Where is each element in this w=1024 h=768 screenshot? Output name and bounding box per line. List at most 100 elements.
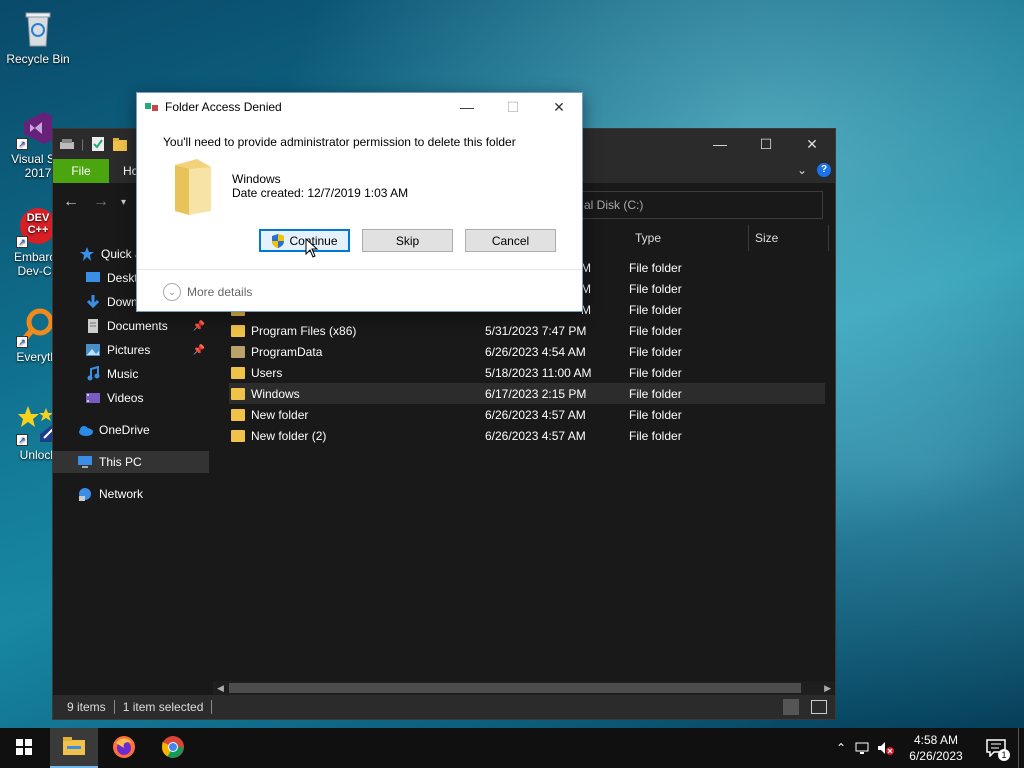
dialog-title: Folder Access Denied [165, 100, 282, 114]
new-folder-icon[interactable] [112, 136, 128, 152]
sidebar-item-onedrive[interactable]: OneDrive [53, 419, 209, 441]
sidebar-item-label: This PC [99, 455, 142, 469]
file-row[interactable]: Program Files (x86) 5/31/2023 7:47 PM Fi… [229, 320, 825, 341]
recent-locations-chevron-icon[interactable]: ▾ [121, 197, 126, 208]
taskbar-chrome[interactable] [149, 728, 197, 768]
dialog-titlebar: Folder Access Denied — ☐ ✕ [137, 93, 582, 121]
column-header-type[interactable]: Type [629, 225, 749, 251]
file-name-cell: Windows [229, 387, 485, 401]
file-name: Windows [251, 386, 300, 401]
sidebar-item-music[interactable]: Music [53, 363, 209, 385]
file-type: File folder [629, 344, 682, 359]
maximize-button[interactable]: ☐ [743, 129, 789, 159]
mouse-cursor-icon [305, 237, 319, 261]
cancel-button[interactable]: Cancel [465, 229, 556, 252]
file-row[interactable]: Windows 6/17/2023 2:15 PM File folder [229, 383, 825, 404]
horizontal-scrollbar[interactable]: ◀ ▶ [213, 681, 835, 695]
folder-icon [231, 429, 245, 442]
volume-muted-icon[interactable] [874, 741, 898, 755]
file-operation-icon [145, 101, 159, 113]
file-type: File folder [629, 386, 682, 401]
sidebar-item-label: Videos [107, 391, 144, 405]
network-status-icon[interactable] [852, 741, 874, 755]
notification-count-badge: 1 [998, 749, 1010, 761]
taskbar-firefox[interactable] [100, 728, 148, 768]
file-name: ProgramData [251, 344, 323, 359]
file-name-cell: New folder (2) [229, 429, 485, 443]
details-view-icon[interactable] [783, 699, 799, 715]
forward-arrow-icon[interactable]: → [93, 193, 109, 211]
star-icon [79, 246, 95, 262]
taskbar-file-explorer[interactable] [50, 728, 98, 768]
tab-file[interactable]: File [53, 159, 109, 183]
file-row[interactable]: New folder (2) 6/26/2023 4:57 AM File fo… [229, 425, 825, 446]
start-button[interactable] [0, 728, 48, 768]
desktop-icon-recycle-bin[interactable]: Recycle Bin [0, 8, 76, 66]
folder-access-denied-dialog: Folder Access Denied — ☐ ✕ You'll need t… [136, 92, 583, 312]
expand-ribbon-chevron-icon[interactable]: ⌄ [797, 163, 807, 177]
properties-icon[interactable] [90, 136, 106, 152]
sidebar-item-label: Down [107, 295, 138, 309]
chevron-down-icon: ⌄ [163, 283, 181, 301]
sidebar-item-this-pc[interactable]: This PC [53, 451, 209, 473]
large-icons-view-icon[interactable] [811, 700, 827, 714]
notifications-icon[interactable]: 1 [974, 739, 1018, 761]
file-type: File folder [629, 407, 682, 422]
file-date: 6/26/2023 4:57 AM [485, 428, 586, 443]
sidebar-item-label: Music [107, 367, 139, 381]
more-details-toggle[interactable]: ⌄ More details [163, 283, 252, 301]
explorer-window-controls: — ☐ ✕ [697, 129, 835, 159]
close-button[interactable]: ✕ [789, 129, 835, 159]
dialog-close-button[interactable]: ✕ [536, 93, 582, 121]
videos-icon [85, 390, 101, 406]
status-item-count: 9 items [67, 700, 106, 714]
show-hidden-icons-chevron-icon[interactable]: ⌃ [830, 741, 852, 755]
scroll-left-arrow-icon[interactable]: ◀ [217, 681, 224, 695]
file-row[interactable]: ProgramData 6/26/2023 4:54 AM File folde… [229, 341, 825, 362]
sidebar-item-documents[interactable]: Documents 📌 [53, 315, 209, 337]
folder-icon [231, 324, 245, 337]
shortcut-arrow-icon: ↗ [16, 434, 28, 446]
show-desktop-button[interactable] [1018, 728, 1024, 768]
pin-icon: 📌 [192, 344, 205, 356]
dialog-minimize-button[interactable]: — [444, 93, 490, 121]
help-icon[interactable]: ? [817, 163, 831, 177]
skip-button[interactable]: Skip [362, 229, 453, 252]
folder-icon [231, 408, 245, 421]
system-tray: ⌃ 4:58 AM 6/26/2023 1 [830, 728, 1024, 768]
sidebar-item-label: Deskt [107, 271, 138, 285]
sidebar-item-network[interactable]: Network [53, 483, 209, 505]
file-type: File folder [629, 365, 682, 380]
back-arrow-icon[interactable]: ← [63, 193, 79, 211]
file-name: Users [251, 365, 283, 380]
folder-icon [231, 366, 245, 379]
recycle-bin-icon [18, 8, 58, 48]
file-row[interactable]: Users 5/18/2023 11:00 AM File folder [229, 362, 825, 383]
pin-icon: 📌 [192, 320, 205, 332]
file-date: 6/26/2023 4:57 AM [485, 407, 586, 422]
address-bar[interactable]: al Disk (C:) [575, 191, 823, 219]
status-separator [113, 700, 115, 714]
sidebar-item-videos[interactable]: Videos [53, 387, 209, 409]
status-bar: 9 items 1 item selected [53, 695, 835, 719]
file-type: File folder [629, 260, 682, 275]
drive-icon[interactable] [59, 136, 75, 152]
more-details-label: More details [187, 285, 253, 299]
scroll-right-arrow-icon[interactable]: ▶ [824, 681, 831, 695]
dialog-folder-date: Date created: 12/7/2019 1:03 AM [232, 186, 409, 200]
taskbar-clock[interactable]: 4:58 AM 6/26/2023 [898, 732, 974, 764]
desktop-icon [85, 270, 101, 286]
column-header-size[interactable]: Size [749, 225, 829, 251]
chrome-icon [161, 735, 185, 762]
large-folder-icon [171, 157, 215, 215]
download-icon [85, 294, 101, 310]
sidebar-item-label: Pictures [107, 343, 151, 357]
file-explorer-icon [63, 736, 85, 758]
file-type: File folder [629, 302, 682, 317]
minimize-button[interactable]: — [697, 129, 743, 159]
file-row[interactable]: New folder 6/26/2023 4:57 AM File folder [229, 404, 825, 425]
sidebar-item-pictures[interactable]: Pictures 📌 [53, 339, 209, 361]
file-type: File folder [629, 428, 682, 443]
firefox-icon [112, 735, 136, 762]
scrollbar-thumb[interactable] [229, 683, 801, 693]
